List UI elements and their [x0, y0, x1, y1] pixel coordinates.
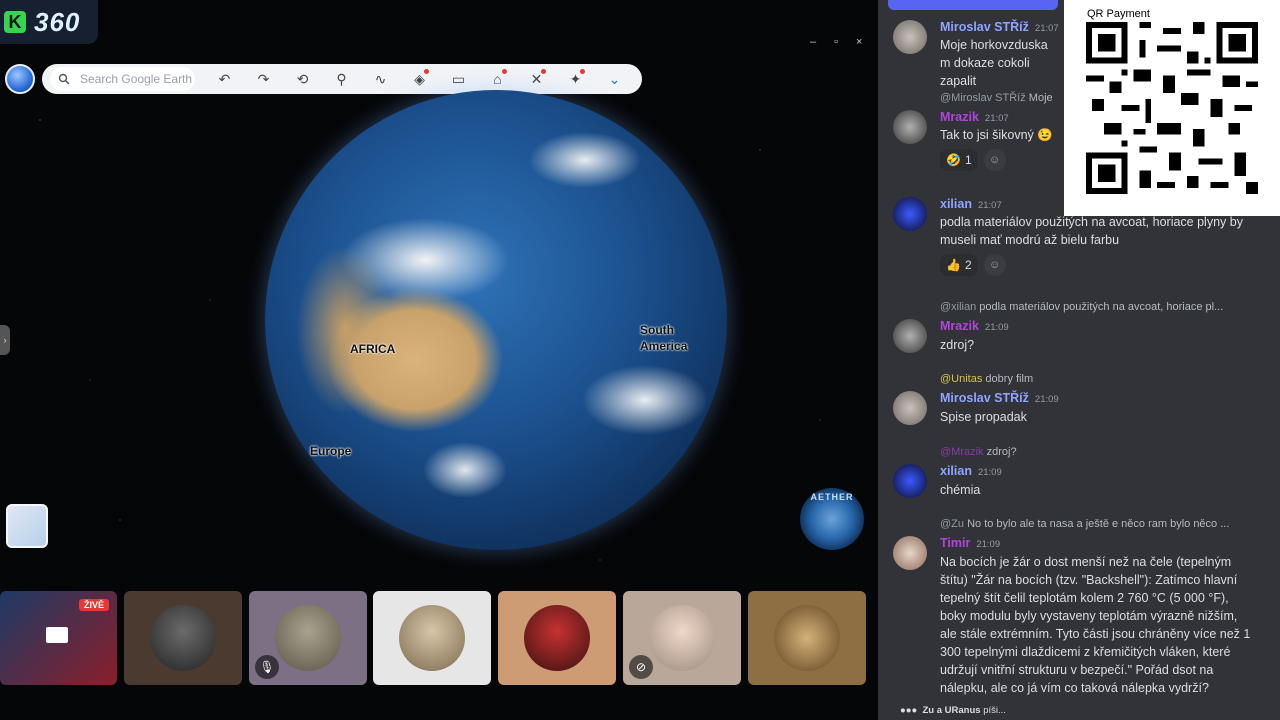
message-text: Spise propadak	[940, 410, 1027, 424]
chat-message[interactable]: @Mrazik zdroj? xilian 21:09 chémia	[878, 445, 1278, 505]
message-text: Moje horkovzduska m dokaze cokoli zapali…	[940, 38, 1048, 88]
stream-logo: K 360	[0, 0, 98, 44]
message-text: Tak to jsi šikovný 😉	[940, 128, 1053, 142]
maximize-button[interactable]: ▫	[834, 36, 838, 48]
participant-tile-5[interactable]	[498, 591, 616, 685]
avatar	[275, 605, 341, 671]
reply-reference: @Mrazik zdroj?	[940, 446, 1017, 458]
reaction[interactable]: 🤣 1	[940, 149, 978, 171]
add-reaction-icon[interactable]: ☺	[983, 149, 1006, 171]
measure-icon[interactable]: ▭	[439, 71, 478, 88]
history-icon[interactable]: ⟲	[283, 71, 322, 88]
reply-reference: @Miroslav STŘíž Moje	[940, 92, 1053, 104]
layers-icon[interactable]: ◈	[400, 68, 439, 88]
path-icon[interactable]: ∿	[361, 71, 400, 88]
earth-globe[interactable]	[265, 90, 727, 550]
reply-reference: @Zu No to bylo ale ta nasa a ještě e něc…	[940, 518, 1230, 530]
avatar	[399, 605, 465, 671]
label-europe: Europe	[310, 444, 352, 458]
message-author: Mrazik 21:07	[940, 110, 1009, 124]
search-input[interactable]: Search Google Earth	[50, 67, 195, 91]
earth-menu-button[interactable]	[5, 64, 35, 94]
redo-icon[interactable]: ↷	[244, 71, 283, 88]
search-icon	[58, 73, 70, 85]
avatar	[774, 605, 840, 671]
avatar	[893, 464, 927, 498]
close-button[interactable]: ×	[856, 36, 862, 48]
chat-message[interactable]: @xilian podla materiálov použitých na av…	[878, 300, 1278, 360]
message-text: chémia	[940, 483, 981, 497]
typing-dots-icon: ●●●	[900, 705, 918, 716]
qr-label: QR Payment	[1087, 8, 1150, 20]
minimize-button[interactable]: –	[810, 36, 816, 48]
logo-number: 360	[34, 6, 81, 37]
undo-icon[interactable]: ↶	[205, 71, 244, 88]
message-text: zdroj?	[940, 338, 975, 352]
reply-reference: @Unitas dobry film	[940, 373, 1034, 385]
muted-icon: 🎙	[255, 655, 279, 679]
reply-reference: @xilian podla materiálov použitých na av…	[940, 301, 1224, 313]
message-author: Miroslav STŘíž 21:09	[940, 391, 1059, 405]
avatar	[893, 536, 927, 570]
participant-tile-3[interactable]: 🎙	[249, 591, 367, 685]
add-reaction-icon[interactable]: ☺	[983, 254, 1006, 276]
message-author: Mrazik 21:09	[940, 319, 1009, 333]
sparkle-icon[interactable]: ✦	[556, 68, 595, 88]
earth-view[interactable]: K 360 – ▫ × Search Google Earth ↶ ↷ ⟲ ⚲ …	[0, 0, 878, 720]
message-text: Na bocích je žár o dost menší než na čel…	[940, 555, 1251, 695]
avatar	[524, 605, 590, 671]
avatar	[893, 20, 927, 54]
placemark-icon[interactable]: ⚲	[322, 71, 361, 88]
camera-off-icon: ⊘	[629, 655, 653, 679]
window-controls: – ▫ ×	[810, 36, 862, 48]
message-text: podla materiálov použitých na avcoat, ho…	[940, 215, 1243, 247]
participant-tile-4[interactable]	[373, 591, 491, 685]
message-author: Timir 21:09	[940, 536, 1001, 550]
tools-icon[interactable]: ✕	[517, 68, 556, 88]
screen-share-icon	[46, 627, 68, 643]
avatar	[893, 110, 927, 144]
participant-tile-live[interactable]: ŽIVĚ	[0, 591, 117, 685]
avatar	[893, 197, 927, 231]
aether-text: AETHER	[810, 492, 854, 502]
avatar	[649, 605, 715, 671]
map-style-thumbnail[interactable]	[6, 504, 48, 548]
new-messages-banner[interactable]	[888, 0, 1058, 10]
avatar	[893, 391, 927, 425]
projects-icon[interactable]: ⌂	[478, 69, 517, 87]
chevron-down-icon[interactable]: ⌄	[595, 71, 634, 88]
label-south-america: South America	[640, 323, 688, 353]
search-placeholder: Search Google Earth	[80, 72, 193, 86]
avatar	[150, 605, 216, 671]
side-panel-toggle[interactable]: ›	[0, 325, 10, 355]
earth-toolbar: Search Google Earth ↶ ↷ ⟲ ⚲ ∿ ◈ ▭ ⌂ ✕ ✦ …	[42, 64, 642, 94]
message-author: xilian 21:09	[940, 464, 1002, 478]
label-africa: AFRICA	[350, 342, 396, 356]
participant-tile-2[interactable]	[124, 591, 242, 685]
qr-code-icon	[1086, 22, 1258, 194]
message-author: xilian 21:07	[940, 197, 1002, 211]
reaction[interactable]: 👍 2	[940, 254, 978, 276]
participant-tile-6[interactable]: ⊘	[623, 591, 741, 685]
typing-indicator: ●●● Zu a URanus píši...	[900, 705, 1006, 716]
qr-payment-panel: QR Payment	[1064, 0, 1280, 216]
avatar	[893, 319, 927, 353]
message-author: Miroslav STŘíž 21:07	[940, 20, 1059, 34]
k-logo-icon: K	[4, 11, 26, 33]
participant-tile-7[interactable]	[748, 591, 866, 685]
chat-message[interactable]: @Unitas dobry film Miroslav STŘíž 21:09 S…	[878, 372, 1278, 432]
live-badge: ŽIVĚ	[78, 599, 109, 611]
chat-message[interactable]: @Zu No to bylo ale ta nasa a ještě e něc…	[878, 517, 1278, 702]
